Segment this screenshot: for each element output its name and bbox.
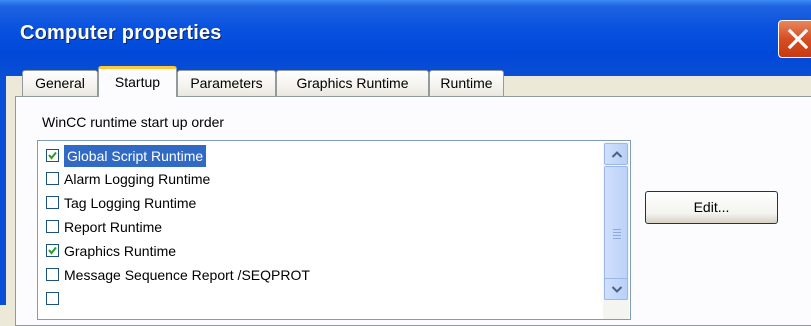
tab-startup[interactable]: Startup (98, 66, 177, 97)
tab-general-label: General (35, 75, 85, 91)
scroll-down-button[interactable] (604, 278, 628, 300)
list-item-alarm-logging-runtime[interactable]: Alarm Logging Runtime (42, 168, 602, 190)
list-item-label: Report Runtime (64, 219, 163, 235)
edit-button[interactable]: Edit... (645, 191, 778, 224)
checkbox-message-sequence-report[interactable] (46, 268, 59, 281)
title-bar: Computer properties (0, 0, 811, 76)
list-item-label: Message Sequence Report /SEQPROT (64, 267, 310, 283)
thumb-grip-line (613, 229, 621, 230)
scroll-up-button[interactable] (604, 143, 628, 165)
checkmark-icon (48, 151, 57, 160)
startup-order-list[interactable]: Global Script Runtime Alarm Logging Runt… (37, 140, 631, 320)
close-button[interactable] (778, 20, 811, 58)
list-item-graphics-runtime[interactable]: Graphics Runtime (42, 240, 602, 262)
list-item-label: Tag Logging Runtime (64, 195, 197, 211)
thumb-grip-line (613, 238, 621, 239)
checkbox-alarm-logging-runtime[interactable] (46, 172, 59, 185)
tab-runtime-label: Runtime (440, 75, 493, 91)
list-item-partial-hidden (42, 288, 602, 310)
window-title: Computer properties (20, 22, 222, 44)
close-icon (787, 29, 809, 49)
list-item-label: Global Script Runtime (64, 145, 207, 167)
checkbox-partial-hidden (46, 292, 59, 305)
list-item-report-runtime[interactable]: Report Runtime (42, 216, 602, 238)
checkbox-tag-logging-runtime[interactable] (46, 196, 59, 209)
list-item-label: Alarm Logging Runtime (64, 171, 211, 187)
tab-general[interactable]: General (22, 70, 98, 96)
checkmark-icon (48, 246, 57, 255)
thumb-grip-line (613, 235, 621, 236)
edit-button-label: Edit... (693, 199, 730, 215)
checkbox-report-runtime[interactable] (46, 220, 59, 233)
tab-runtime[interactable]: Runtime (429, 70, 504, 96)
checkbox-graphics-runtime[interactable] (46, 244, 59, 257)
list-scrollbar[interactable] (603, 142, 629, 319)
tab-parameters[interactable]: Parameters (177, 70, 276, 96)
tab-startup-label: Startup (114, 74, 161, 90)
chevron-up-icon (611, 151, 623, 158)
tab-graphics-runtime-label: Graphics Runtime (296, 75, 409, 91)
startup-order-label-text: WinCC runtime start up order (42, 114, 225, 130)
startup-order-label: WinCC runtime start up order (42, 114, 224, 130)
tab-parameters-label: Parameters (190, 75, 263, 91)
list-item-global-script-runtime[interactable]: Global Script Runtime (42, 145, 602, 167)
checkbox-global-script-runtime[interactable] (46, 149, 59, 162)
tab-graphics-runtime[interactable]: Graphics Runtime (276, 70, 429, 96)
thumb-grip-line (613, 232, 621, 233)
window-left-border (0, 76, 6, 305)
list-item-tag-logging-runtime[interactable]: Tag Logging Runtime (42, 192, 602, 214)
list-item-message-sequence-report[interactable]: Message Sequence Report /SEQPROT (42, 264, 602, 286)
chevron-down-icon (611, 286, 623, 293)
list-item-label: Graphics Runtime (64, 243, 177, 259)
